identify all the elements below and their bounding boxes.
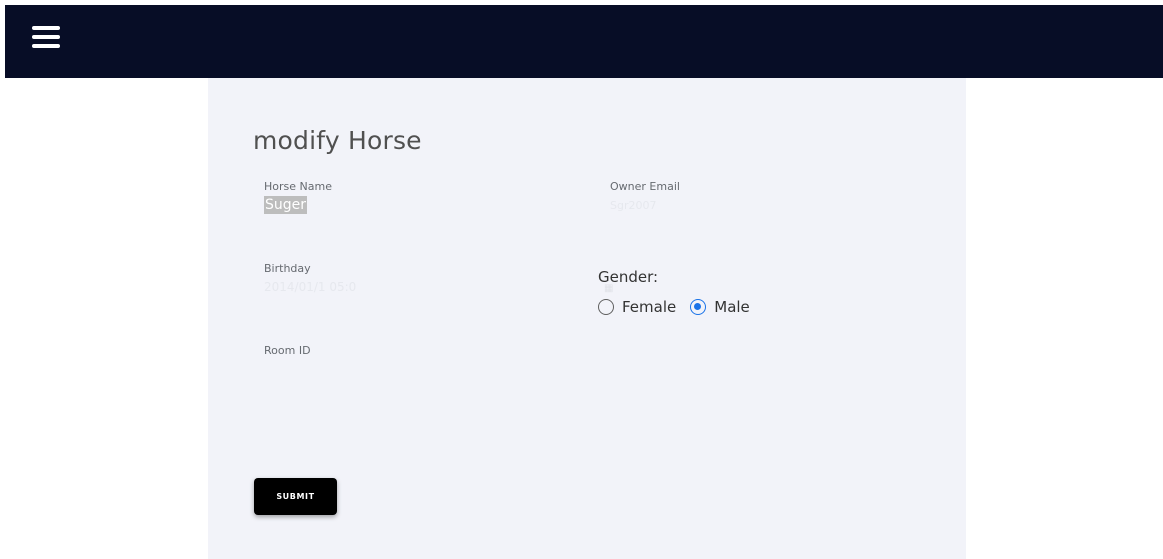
birthday-label: Birthday <box>264 262 311 275</box>
room-id-label: Room ID <box>264 344 311 357</box>
male-radio[interactable] <box>690 299 707 315</box>
birthday-field[interactable]: Birthday 2014/01/1 05:0 ▦ <box>264 262 624 296</box>
horse-name-label: Horse Name <box>264 180 332 193</box>
room-id-field[interactable]: Room ID <box>264 344 484 377</box>
gender-group: Gender: Female Male <box>598 268 764 316</box>
gender-options: Female Male <box>598 298 764 316</box>
horse-name-input[interactable]: Suger <box>264 196 308 214</box>
female-radio[interactable] <box>598 299 614 315</box>
hamburger-menu-icon[interactable] <box>30 21 62 53</box>
menu-bar-line <box>32 44 60 48</box>
page-title: modify Horse <box>253 126 422 155</box>
horse-name-field[interactable]: Horse Name Suger <box>264 180 332 214</box>
female-radio-label[interactable]: Female <box>622 298 676 316</box>
room-id-input[interactable] <box>264 362 484 376</box>
menu-bar-line <box>32 26 60 30</box>
owner-email-label: Owner Email <box>610 180 680 193</box>
gender-label: Gender: <box>598 268 659 286</box>
male-radio-label[interactable]: Male <box>714 298 750 316</box>
owner-email-field[interactable]: Owner Email Sgr2007 <box>610 180 680 215</box>
modify-horse-form: modify Horse Horse Name Suger Owner Emai… <box>208 78 966 559</box>
owner-email-input[interactable]: Sgr2007 <box>610 197 656 215</box>
submit-button[interactable]: SUBMIT <box>254 478 337 515</box>
menu-bar-line <box>32 35 60 39</box>
top-nav-bar <box>5 5 1163 78</box>
birthday-input[interactable]: 2014/01/1 05:0 <box>264 278 356 296</box>
